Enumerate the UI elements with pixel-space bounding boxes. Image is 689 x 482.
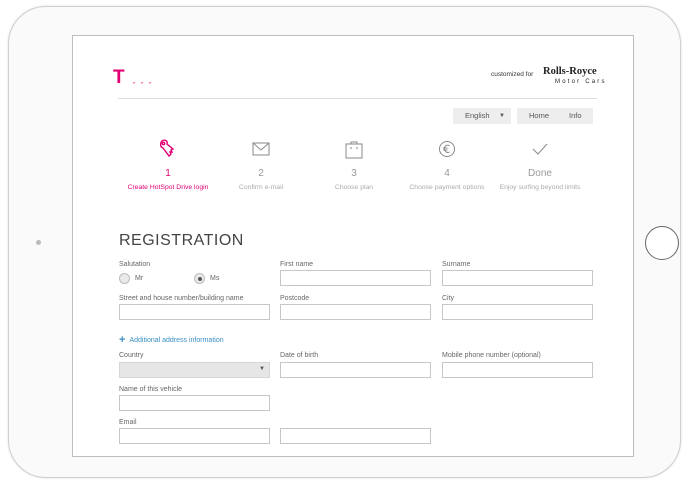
step-2: 2 Confirm e-mail (216, 136, 306, 192)
caret-down-icon: ▼ (259, 366, 265, 372)
step-label: Choose payment options (409, 184, 485, 191)
telekom-logo[interactable]: T (113, 67, 127, 89)
step-number: 4 (444, 168, 450, 179)
additional-address-text: Additional address information (129, 337, 224, 344)
header-divider (118, 98, 597, 99)
dob-label: Date of birth (280, 352, 319, 359)
step-number: Done (528, 168, 552, 179)
street-label: Street and house number/building name (119, 295, 244, 302)
surname-label: Surname (442, 261, 471, 268)
salutation-label: Salutation (119, 261, 151, 268)
step-label: Enjoy surfing beyond limits (499, 184, 581, 191)
first-name-label: First name (280, 261, 314, 268)
language-select[interactable]: English ▼ (453, 108, 511, 124)
step-label: Choose plan (334, 184, 374, 191)
step-label: Confirm e-mail (238, 184, 284, 191)
postcode-input[interactable] (280, 304, 431, 320)
radio-ms-label: Ms (210, 275, 220, 282)
radio-mr-label: Mr (135, 275, 144, 282)
radio-ms[interactable] (194, 273, 205, 284)
plus-icon: + (119, 334, 126, 346)
brand-subtitle: Motor Cars (555, 79, 607, 85)
email-input[interactable] (119, 428, 270, 444)
key-icon (123, 136, 213, 162)
radio-mr[interactable] (119, 273, 130, 284)
email-confirm-input[interactable] (280, 428, 431, 444)
camera-dot (36, 240, 41, 245)
country-label: Country (119, 352, 144, 359)
dob-input[interactable] (280, 362, 431, 378)
page-title: REGISTRATION (119, 232, 244, 249)
mobile-input[interactable] (442, 362, 593, 378)
telekom-logo-dots: ··· (132, 75, 156, 89)
top-nav: Home Info (517, 108, 593, 124)
step-3: 3 Choose plan (309, 136, 399, 192)
vehicle-name-input[interactable] (119, 395, 270, 411)
additional-address-link[interactable]: + Additional address information (119, 333, 224, 346)
country-select[interactable]: ▼ (119, 362, 270, 378)
step-done: Done Enjoy surfing beyond limits (495, 136, 585, 192)
step-number: 2 (258, 168, 264, 179)
customized-for-label: customized for (491, 71, 534, 78)
surname-input[interactable] (442, 270, 593, 286)
home-hardware-button[interactable] (645, 226, 679, 260)
language-value: English (465, 111, 490, 120)
checkmark-icon (495, 136, 585, 162)
nav-home-link[interactable]: Home (529, 108, 549, 124)
shopping-bag-icon (309, 136, 399, 162)
step-1: 1 Create HotSpot Drive login (123, 136, 213, 192)
mobile-label: Mobile phone number (optional) (442, 352, 541, 359)
step-number: 3 (351, 168, 357, 179)
city-input[interactable] (442, 304, 593, 320)
vehicle-label: Name of this vehicle (119, 386, 183, 393)
city-label: City (442, 295, 455, 302)
screen: T ··· customized for Rolls-Royce Motor C… (72, 35, 634, 457)
email-label: Email (119, 419, 137, 426)
step-number: 1 (165, 168, 171, 179)
postcode-label: Postcode (280, 295, 310, 302)
nav-info-link[interactable]: Info (569, 108, 582, 124)
euro-icon (402, 136, 492, 162)
step-4: 4 Choose payment options (402, 136, 492, 192)
brand-name: Rolls-Royce (543, 66, 597, 77)
caret-down-icon: ▼ (499, 113, 505, 119)
street-input[interactable] (119, 304, 270, 320)
first-name-input[interactable] (280, 270, 431, 286)
envelope-icon (216, 136, 306, 162)
step-label: Create HotSpot Drive login (127, 184, 209, 191)
